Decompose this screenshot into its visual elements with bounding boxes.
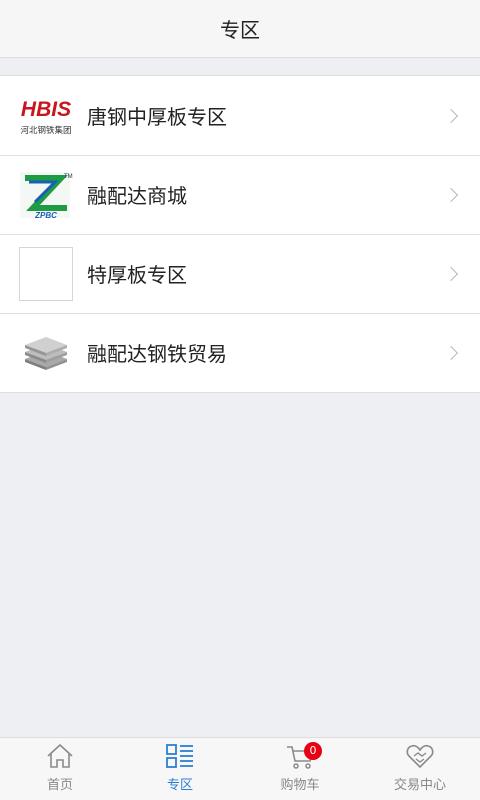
blank-logo-icon xyxy=(19,246,73,301)
hbis-logo-subtext: 河北钢铁集团 xyxy=(20,125,71,136)
hbis-logo-icon: HBIS 河北钢铁集团 xyxy=(19,89,73,143)
zone-item-label: 唐钢中厚板专区 xyxy=(87,105,227,129)
zone-item-label: 融配达商城 xyxy=(87,184,187,208)
bottom-tab-bar: 首页 专区 0 购物车 交易中心 xyxy=(0,737,480,800)
hbis-logo-text: HBIS xyxy=(21,98,71,121)
zpbc-logo-text: ZPBC xyxy=(34,211,57,220)
zone-item-tanggang[interactable]: HBIS 河北钢铁集团 唐钢中厚板专区 xyxy=(0,76,480,155)
tab-trade-center[interactable]: 交易中心 xyxy=(360,738,480,800)
handshake-icon xyxy=(406,744,434,769)
zpbc-logo-icon: TM ZPBC xyxy=(19,168,73,222)
zone-item-rongpeida-steel-trade[interactable]: 融配达钢铁贸易 xyxy=(0,313,480,392)
zone-item-label: 融配达钢铁贸易 xyxy=(87,342,227,366)
top-bar: 专区 xyxy=(0,0,480,58)
zone-item-extra-thick-plate[interactable]: 特厚板专区 xyxy=(0,234,480,313)
tab-cart[interactable]: 0 购物车 xyxy=(240,738,360,800)
zone-list: HBIS 河北钢铁集团 唐钢中厚板专区 TM ZPBC 融配达商城 特厚板专区 xyxy=(0,75,480,393)
chevron-right-icon xyxy=(443,345,459,360)
home-icon xyxy=(47,743,73,768)
zone-item-rongpeida-mall[interactable]: TM ZPBC 融配达商城 xyxy=(0,155,480,234)
tab-home[interactable]: 首页 xyxy=(0,738,120,800)
chevron-right-icon xyxy=(443,266,459,281)
tab-label: 首页 xyxy=(46,778,73,793)
chevron-right-icon xyxy=(443,187,459,202)
tab-label: 购物车 xyxy=(280,778,320,793)
zone-item-label: 特厚板专区 xyxy=(87,263,187,287)
zpbc-tm-mark: TM xyxy=(64,174,73,180)
chevron-right-icon xyxy=(443,108,459,123)
tab-label: 交易中心 xyxy=(393,778,446,793)
tab-zone[interactable]: 专区 xyxy=(120,738,240,800)
steel-plates-icon xyxy=(19,326,73,380)
zone-list-icon xyxy=(166,744,193,768)
cart-count-badge: 0 xyxy=(304,742,322,760)
tab-label: 专区 xyxy=(166,778,193,793)
page-title: 专区 xyxy=(220,18,260,42)
